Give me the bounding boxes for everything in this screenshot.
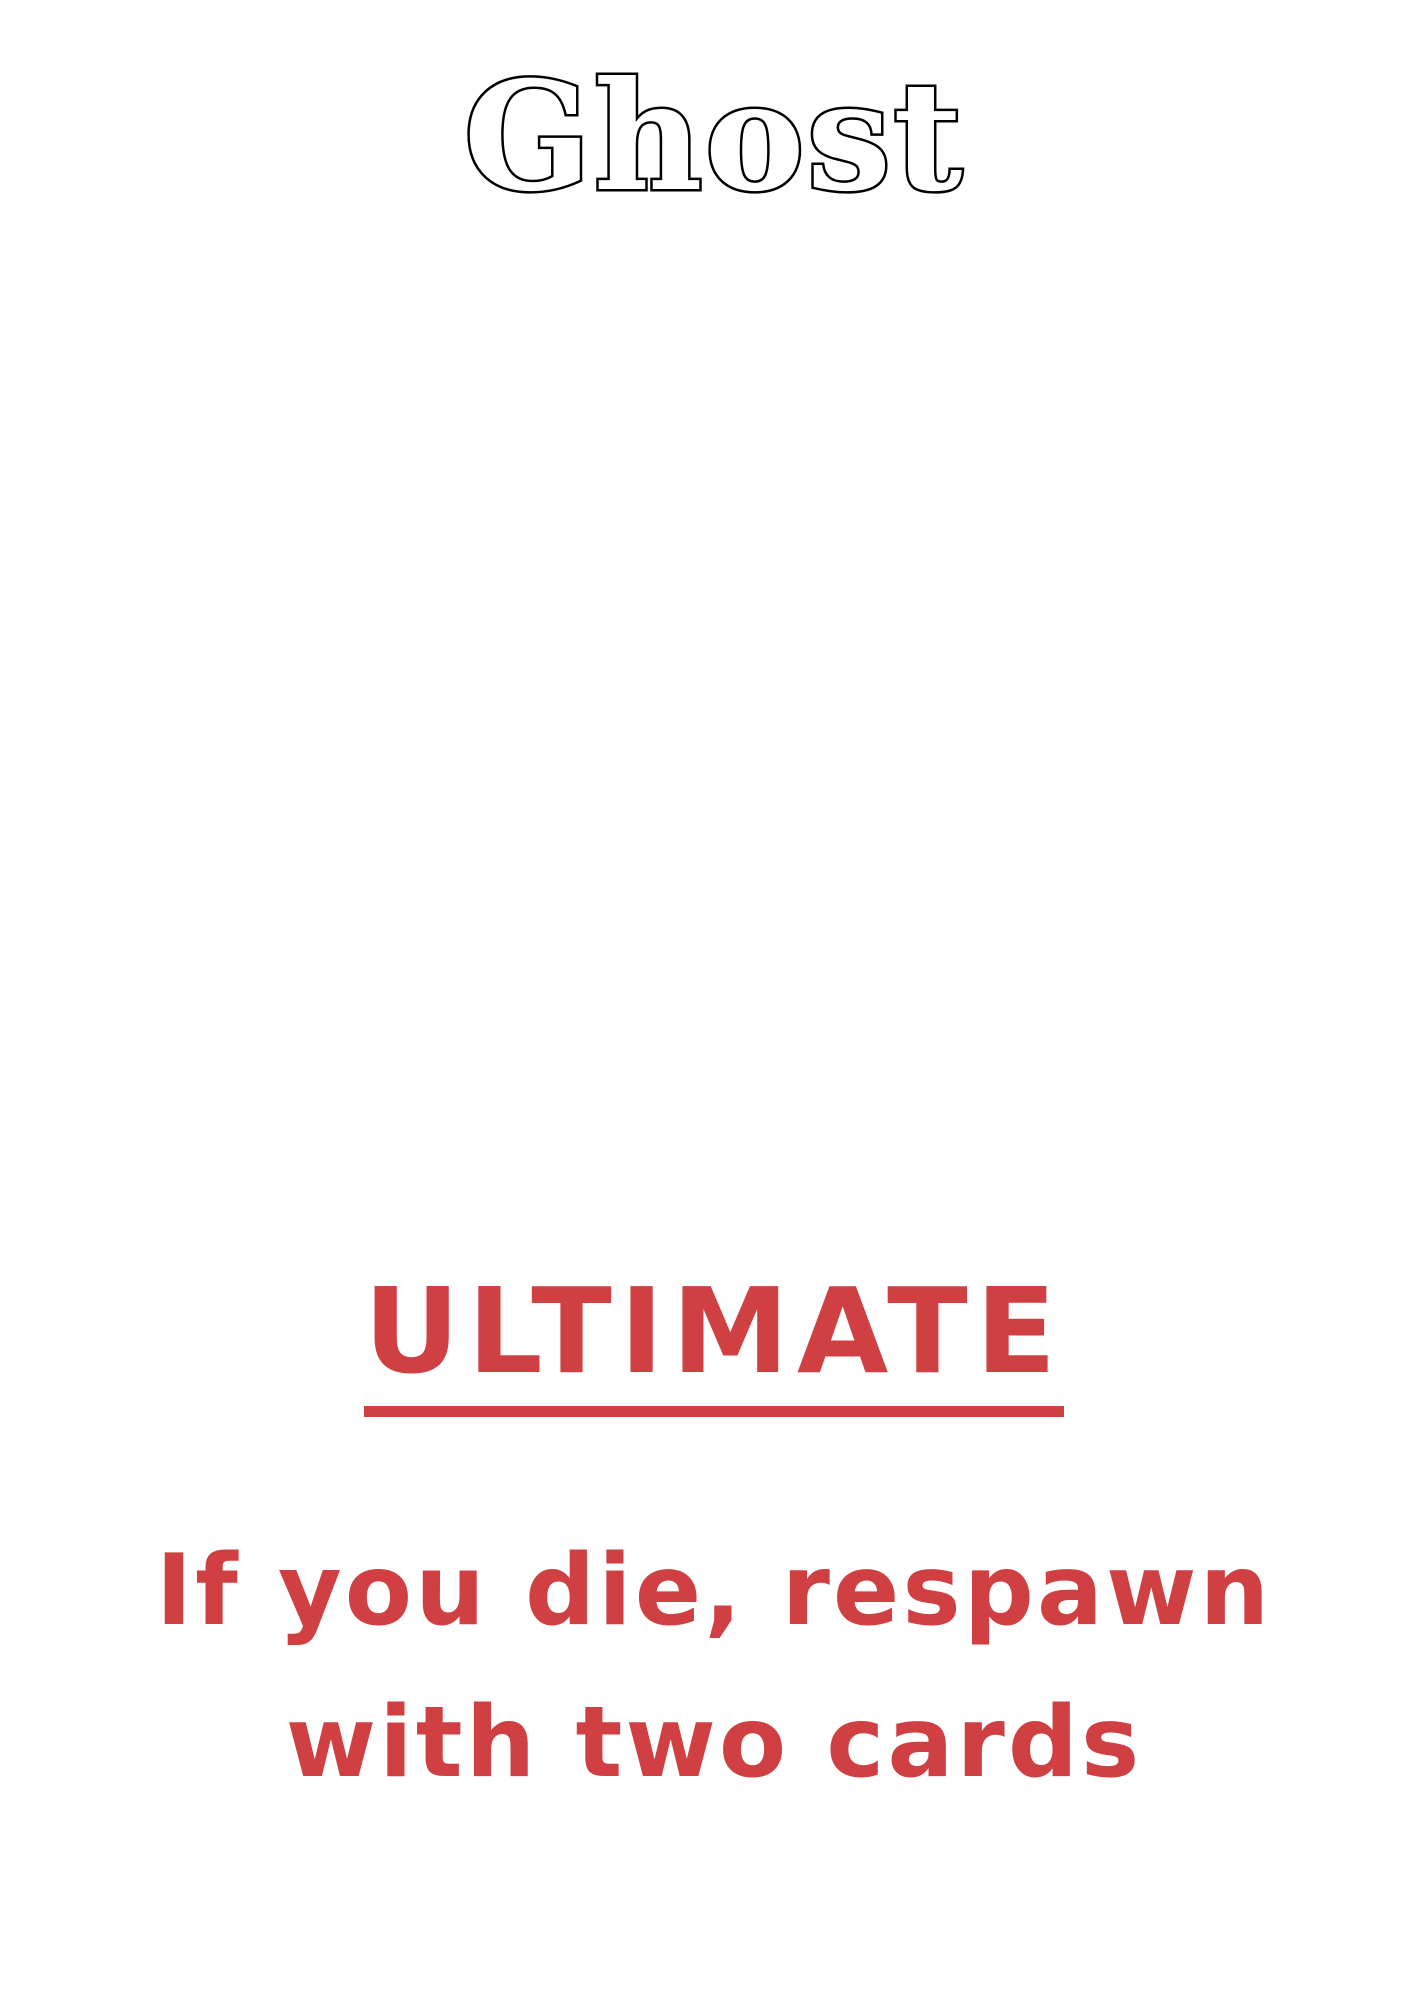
card-title: Ghost <box>461 49 965 225</box>
ultimate-heading: ULTIMATE <box>0 1272 1428 1417</box>
ability-description: If you die, respawn with two cards <box>155 1534 1273 1800</box>
game-card: Ghost ULTIMATE If you die, respawn with … <box>0 0 1428 2000</box>
ultimate-heading-label: ULTIMATE <box>363 1272 1065 1417</box>
